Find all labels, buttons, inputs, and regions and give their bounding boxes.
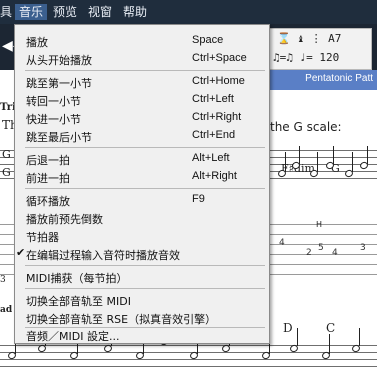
menu-item-midi-capture[interactable]: MIDI捕获（每节拍） (15, 268, 269, 286)
menu-separator (25, 147, 265, 148)
menu-item-shortcut: Alt+Right (192, 170, 237, 182)
menu-window[interactable]: 视窗 (88, 4, 112, 20)
hammer-mark: H (316, 220, 323, 229)
staff-line (0, 359, 377, 360)
transport-lcd: ⌛ ♝ ⋮ A7 ♫=♫ ♩= 120 (268, 28, 372, 70)
menu-item-shortcut: Ctrl+Home (192, 75, 245, 87)
menu-item-shortcut: Alt+Left (192, 152, 230, 164)
chord-c: C (326, 321, 336, 335)
menu-item-label: 从头开始播放 (26, 54, 92, 67)
menu-item-audio-midi-settings[interactable]: 音频／MIDI 設定... (15, 328, 269, 343)
note-stem (299, 146, 300, 164)
menu-item-shortcut: Ctrl+Left (192, 93, 234, 105)
menu-item-label: 循环播放 (26, 195, 70, 208)
tab-number: 3 (360, 243, 366, 253)
menu-preview[interactable]: 预览 (53, 4, 77, 20)
menu-item-previous-bar[interactable]: 转回一小节 Ctrl+Left (15, 91, 269, 109)
menu-music[interactable]: 音乐 (15, 4, 48, 20)
menu-item-label: 切换全部音轨至 RSE（拟真音效引擎） (26, 313, 217, 326)
tab-number: 2 (306, 248, 312, 258)
tab-number: 4 (279, 238, 285, 248)
menu-item-label: 后退一拍 (26, 154, 70, 167)
menu-item-next-bar[interactable]: 快进一小节 Ctrl+Right (15, 109, 269, 127)
menu-item-shortcut: Ctrl+Right (192, 111, 242, 123)
menu-item-label: 播放前预先倒数 (26, 213, 103, 226)
menu-tools[interactable]: 具 (0, 4, 12, 20)
menu-item-switch-all-midi[interactable]: 切换全部音轨至 MIDI (15, 291, 269, 309)
menu-item-play[interactable]: 播放 Space (15, 32, 269, 50)
note-stem (367, 146, 368, 164)
menu-item-label: 切换全部音轨至 MIDI (26, 295, 131, 308)
music-menu-dropdown: 播放 Space 从头开始播放 Ctrl+Space 跳至第一小节 Ctrl+H… (14, 24, 270, 344)
menu-item-loop-playback[interactable]: 循环播放 F9 (15, 191, 269, 209)
menu-item-label: 前进一拍 (26, 172, 70, 185)
note-stem (329, 334, 330, 354)
menu-item-forward-beat[interactable]: 前进一拍 Alt+Right (15, 168, 269, 186)
menu-separator (25, 70, 265, 71)
lcd-row-2: ♫=♫ ♩= 120 (273, 51, 340, 64)
tab-left-number: 3 (0, 275, 6, 285)
menu-item-shortcut: Ctrl+End (192, 129, 236, 141)
menu-separator (25, 288, 265, 289)
section-header-bar: Pentatonic Patt (268, 70, 377, 90)
menu-item-first-bar[interactable]: 跳至第一小节 Ctrl+Home (15, 73, 269, 91)
staff-line (0, 345, 377, 346)
note-stem (297, 328, 298, 346)
note-stem (333, 146, 334, 164)
menu-item-label: 音频／MIDI 設定... (26, 330, 120, 343)
section-label: Pentatonic Patt (305, 73, 373, 84)
menu-item-label: MIDI捕获（每节拍） (26, 272, 128, 285)
menu-item-label: 转回一小节 (26, 95, 81, 108)
menu-item-label: 跳至最后小节 (26, 131, 92, 144)
menu-item-label: 跳至第一小节 (26, 77, 92, 90)
lcd-row-1: ⌛ ♝ ⋮ A7 (277, 32, 342, 45)
tab-number: 4 (332, 248, 338, 258)
menu-item-shortcut: Ctrl+Space (192, 52, 247, 64)
menu-item-play-from-start[interactable]: 从头开始播放 Ctrl+Space (15, 50, 269, 68)
chord-g-left-1: G (2, 148, 11, 161)
note-stem (317, 152, 318, 172)
chord-g-left-2: G (2, 166, 11, 179)
ad-label: ad (0, 305, 13, 315)
menu-separator (25, 188, 265, 189)
menu-item-switch-all-rse[interactable]: 切换全部音轨至 RSE（拟真音效引擎） (15, 309, 269, 327)
menu-item-label: 节拍器 (26, 231, 59, 244)
menu-item-label: 播放 (26, 36, 48, 49)
menu-item-label: 快进一小节 (26, 113, 81, 126)
check-icon: ✔ (16, 246, 26, 259)
menu-item-metronome[interactable]: 节拍器 (15, 227, 269, 245)
menubar: 具 音乐 预览 视窗 帮助 (0, 0, 377, 24)
menu-separator (25, 265, 265, 266)
note-stem (352, 152, 353, 172)
menu-item-countdown[interactable]: 播放前预先倒数 (15, 209, 269, 227)
tab-number: 5 (318, 243, 324, 253)
note-stem (285, 152, 286, 172)
chord-d: D (283, 321, 293, 335)
scale-text: the G scale: (270, 120, 342, 134)
staff-line (0, 366, 377, 367)
menu-item-back-beat[interactable]: 后退一拍 Alt+Left (15, 150, 269, 168)
menu-item-label: 在编辑过程输入音符时播放音效 (26, 249, 180, 262)
menu-item-play-while-editing[interactable]: ✔ 在编辑过程输入音符时播放音效 (15, 245, 269, 263)
menu-item-last-bar[interactable]: 跳至最后小节 Ctrl+End (15, 127, 269, 145)
menu-help[interactable]: 帮助 (123, 4, 147, 20)
menu-item-shortcut: Space (192, 34, 224, 46)
staff-line (0, 352, 377, 353)
note-stem (359, 328, 360, 346)
menu-item-shortcut: F9 (192, 193, 205, 205)
